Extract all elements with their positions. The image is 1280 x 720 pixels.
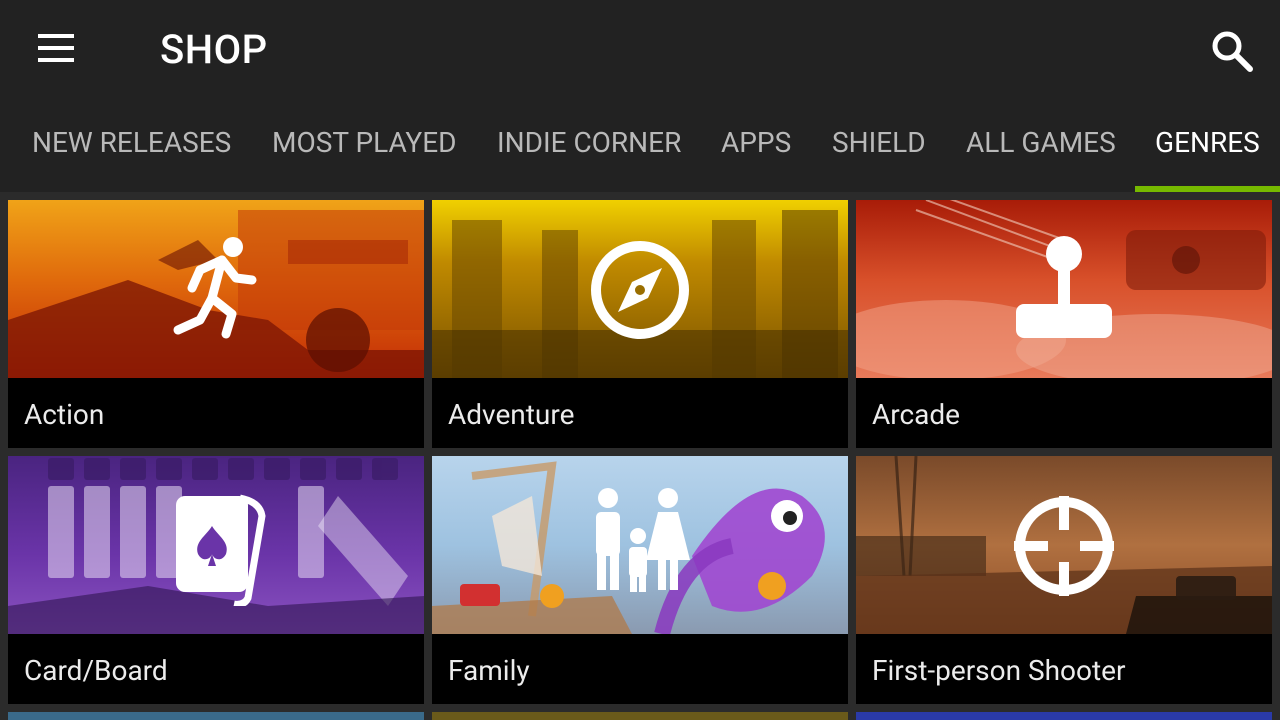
running-person-icon: [156, 230, 276, 350]
page-title: SHOP: [160, 26, 268, 73]
genre-card-action[interactable]: Action: [8, 200, 424, 448]
playing-card-icon: [156, 486, 276, 608]
adventure-artwork: [432, 200, 848, 378]
tab-indie-corner[interactable]: INDIE CORNER: [497, 126, 681, 166]
tab-bar: NEW RELEASES MOST PLAYED INDIE CORNER AP…: [0, 100, 1280, 192]
crosshair-icon: [1004, 486, 1124, 606]
genre-card-card-board[interactable]: Card/Board: [8, 456, 424, 704]
genre-card-peek[interactable]: [8, 712, 424, 720]
family-artwork: [432, 456, 848, 634]
tab-genres[interactable]: GENRES: [1155, 126, 1260, 166]
tab-new-releases[interactable]: NEW RELEASES: [32, 126, 231, 166]
arcade-artwork: [856, 200, 1272, 378]
tab-all-games[interactable]: ALL GAMES: [966, 126, 1116, 166]
genre-card-first-person-shooter[interactable]: First-person Shooter: [856, 456, 1272, 704]
genre-label: First-person Shooter: [872, 654, 1126, 687]
search-icon[interactable]: [1204, 24, 1260, 80]
genre-label: Action: [24, 398, 105, 431]
action-artwork: [8, 200, 424, 378]
genre-grid: Action Adventure Arcade Card/Board Famil…: [0, 192, 1280, 720]
genre-label: Card/Board: [24, 654, 168, 687]
genre-label: Arcade: [872, 398, 961, 431]
joystick-icon: [1004, 230, 1124, 350]
genre-card-family[interactable]: Family: [432, 456, 848, 704]
genre-card-arcade[interactable]: Arcade: [856, 200, 1272, 448]
genre-card-peek[interactable]: [432, 712, 848, 720]
compass-icon: [580, 230, 700, 350]
genre-label: Family: [448, 654, 530, 687]
top-app-bar: SHOP: [0, 0, 1280, 100]
hamburger-menu-icon[interactable]: [30, 28, 82, 68]
genre-label: Adventure: [448, 398, 575, 431]
fps-artwork: [856, 456, 1272, 634]
card-board-artwork: [8, 456, 424, 634]
genre-card-adventure[interactable]: Adventure: [432, 200, 848, 448]
family-icon: [580, 486, 700, 606]
tab-shield[interactable]: SHIELD: [832, 126, 926, 166]
genre-card-peek[interactable]: [856, 712, 1272, 720]
tab-most-played[interactable]: MOST PLAYED: [272, 126, 457, 166]
tab-apps[interactable]: APPS: [721, 126, 791, 166]
